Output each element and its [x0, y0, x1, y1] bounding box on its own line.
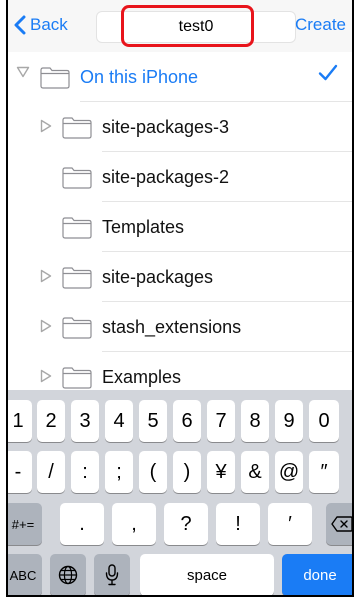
disclosure-collapsed-icon — [40, 369, 52, 383]
disclosure-expanded-icon — [16, 66, 30, 78]
key-period[interactable]: . — [60, 503, 104, 545]
key-question[interactable]: ? — [164, 503, 208, 545]
app-frame: Back Create On this iPhone — [6, 0, 354, 597]
folder-row[interactable]: site-packages-3 — [8, 102, 352, 152]
keyboard: 1 2 3 4 5 6 7 8 9 0 - / : ; ( ) ¥ & @ ″ … — [8, 390, 352, 595]
folder-icon — [62, 117, 92, 139]
key-6[interactable]: 6 — [173, 400, 201, 442]
key-hyphen[interactable]: - — [8, 451, 32, 493]
globe-key[interactable] — [50, 554, 86, 595]
key-colon[interactable]: : — [71, 451, 99, 493]
key-close-paren[interactable]: ) — [173, 451, 201, 493]
key-yen[interactable]: ¥ — [207, 451, 235, 493]
key-exclamation[interactable]: ! — [216, 503, 260, 545]
key-abc[interactable]: ABC — [8, 554, 42, 595]
folder-row[interactable]: site-packages — [8, 252, 352, 302]
key-3[interactable]: 3 — [71, 400, 99, 442]
key-8[interactable]: 8 — [241, 400, 269, 442]
navigation-bar: Back Create — [8, 0, 352, 52]
dictation-key[interactable] — [94, 554, 130, 595]
disclosure-collapsed-icon — [40, 319, 52, 333]
folder-row[interactable]: Templates — [8, 202, 352, 252]
delete-key[interactable] — [326, 503, 352, 545]
folder-label: site-packages-2 — [102, 167, 230, 187]
key-2[interactable]: 2 — [37, 400, 65, 442]
back-button[interactable]: Back — [14, 13, 68, 37]
done-key[interactable]: done — [282, 554, 352, 595]
key-0[interactable]: 0 — [309, 400, 339, 442]
folder-row-root[interactable]: On this iPhone — [8, 52, 352, 102]
folder-icon — [62, 367, 92, 389]
key-semicolon[interactable]: ; — [105, 451, 133, 493]
folder-row[interactable]: Examples — [8, 352, 352, 390]
folder-icon — [62, 167, 92, 189]
key-ampersand[interactable]: & — [241, 451, 269, 493]
folder-label: On this iPhone — [80, 67, 199, 87]
folder-icon — [62, 217, 92, 239]
key-4[interactable]: 4 — [105, 400, 133, 442]
folder-row[interactable]: site-packages-2 — [8, 152, 352, 202]
key-quote[interactable]: ″ — [309, 451, 339, 493]
key-slash[interactable]: / — [37, 451, 65, 493]
folder-label: site-packages — [102, 267, 214, 287]
folder-icon — [62, 267, 92, 289]
backspace-icon — [331, 516, 352, 532]
name-field-container — [96, 11, 296, 43]
disclosure-collapsed-icon — [40, 269, 52, 283]
folder-label: stash_extensions — [102, 317, 242, 337]
folder-icon — [62, 317, 92, 339]
key-open-paren[interactable]: ( — [139, 451, 167, 493]
globe-icon — [58, 565, 78, 585]
key-7[interactable]: 7 — [207, 400, 235, 442]
microphone-icon — [105, 564, 119, 586]
chevron-left-icon — [14, 15, 26, 35]
folder-icon — [40, 67, 70, 89]
key-apostrophe[interactable]: ′ — [268, 503, 312, 545]
key-1[interactable]: 1 — [8, 400, 32, 442]
folder-label: Templates — [102, 217, 185, 237]
folder-row[interactable]: stash_extensions — [8, 302, 352, 352]
key-more-symbols[interactable]: #+= — [8, 503, 42, 545]
key-at[interactable]: @ — [275, 451, 303, 493]
back-label: Back — [30, 15, 68, 34]
checkmark-icon — [318, 64, 338, 81]
space-key[interactable]: space — [140, 554, 274, 595]
key-5[interactable]: 5 — [139, 400, 167, 442]
folder-name-input[interactable] — [97, 12, 295, 42]
disclosure-collapsed-icon — [40, 119, 52, 133]
folder-label: Examples — [102, 367, 182, 387]
folder-label: site-packages-3 — [102, 117, 230, 137]
folder-list: On this iPhone site-packages-3 site-pack… — [8, 52, 352, 390]
create-button[interactable]: Create — [295, 15, 346, 35]
key-9[interactable]: 9 — [275, 400, 303, 442]
key-comma[interactable]: , — [112, 503, 156, 545]
